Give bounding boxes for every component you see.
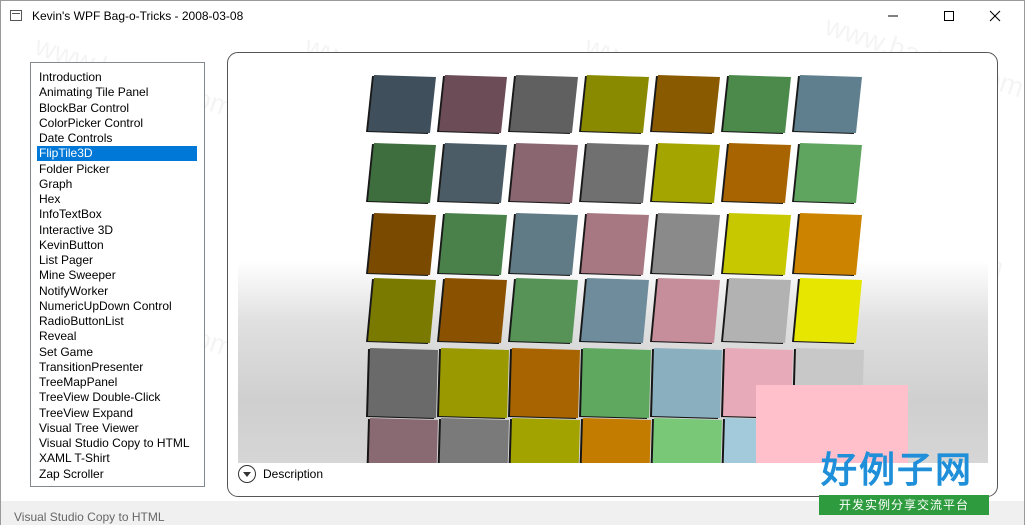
list-item[interactable]: Zap Scroller bbox=[37, 467, 197, 482]
tile-grid[interactable] bbox=[238, 63, 988, 463]
watermark-logo-main: 好例子网 bbox=[821, 450, 974, 491]
flip-tile[interactable] bbox=[368, 418, 438, 463]
list-item[interactable]: NumericUpDown Control bbox=[37, 299, 197, 314]
flip-tile[interactable] bbox=[652, 143, 720, 203]
flip-tile[interactable] bbox=[368, 213, 436, 275]
flip-tile[interactable] bbox=[581, 418, 651, 463]
flip-tile[interactable] bbox=[652, 348, 722, 418]
flip-tile[interactable] bbox=[510, 348, 580, 418]
list-item[interactable]: Folder Picker bbox=[37, 162, 197, 177]
list-item[interactable]: BlockBar Control bbox=[37, 101, 197, 116]
demo-panel: Description bbox=[227, 52, 998, 497]
flip-tile[interactable] bbox=[439, 75, 507, 133]
flip-tile[interactable] bbox=[794, 278, 862, 343]
flip-tile[interactable] bbox=[439, 418, 509, 463]
flip-tile[interactable] bbox=[439, 143, 507, 203]
app-window: Kevin's WPF Bag-o-Tricks - 2008-03-08 ww… bbox=[0, 0, 1025, 525]
list-item[interactable]: XAML T-Shirt bbox=[37, 451, 197, 466]
flip-tile[interactable] bbox=[581, 213, 649, 275]
flip-tile[interactable] bbox=[510, 213, 578, 275]
minimize-button[interactable] bbox=[870, 1, 916, 31]
list-item[interactable]: Interactive 3D bbox=[37, 223, 197, 238]
list-item[interactable]: TreeView Expand bbox=[37, 406, 197, 421]
list-item[interactable]: Reveal bbox=[37, 329, 197, 344]
list-item[interactable]: Hex bbox=[37, 192, 197, 207]
list-item[interactable]: ColorPicker Control bbox=[37, 116, 197, 131]
flip-tile[interactable] bbox=[581, 348, 651, 418]
demo-list[interactable]: Introduction Animating Tile Panel BlockBar… bbox=[30, 62, 205, 487]
flip-tile[interactable] bbox=[510, 143, 578, 203]
list-item[interactable]: Introduction bbox=[37, 70, 197, 85]
list-item[interactable]: Set Game bbox=[37, 345, 197, 360]
list-item[interactable]: TreeView Double-Click bbox=[37, 390, 197, 405]
maximize-button[interactable] bbox=[926, 1, 972, 31]
flip-tile[interactable] bbox=[368, 278, 436, 343]
list-item[interactable]: NotifyWorker bbox=[37, 284, 197, 299]
window-title: Kevin's WPF Bag-o-Tricks - 2008-03-08 bbox=[32, 9, 244, 23]
flip-tile[interactable] bbox=[510, 75, 578, 133]
list-item[interactable]: Mine Sweeper bbox=[37, 268, 197, 283]
list-item[interactable]: FlipTile3D bbox=[37, 146, 197, 162]
list-item[interactable]: Graph bbox=[37, 177, 197, 192]
flip-tile[interactable] bbox=[652, 75, 720, 133]
flip-tile[interactable] bbox=[723, 75, 791, 133]
flip-tile[interactable] bbox=[581, 278, 649, 343]
list-item[interactable]: Animating Tile Panel bbox=[37, 85, 197, 100]
flip-tile[interactable] bbox=[652, 213, 720, 275]
flip-tile[interactable] bbox=[368, 348, 438, 418]
app-window-icon bbox=[10, 10, 22, 21]
flip-tile[interactable] bbox=[439, 278, 507, 343]
list-item[interactable]: List Pager bbox=[37, 253, 197, 268]
flip-tile[interactable] bbox=[723, 278, 791, 343]
fliptile-stage[interactable] bbox=[238, 63, 988, 463]
list-item[interactable]: InfoTextBox bbox=[37, 207, 197, 222]
description-label: Description bbox=[263, 467, 324, 481]
flip-tile[interactable] bbox=[794, 213, 862, 275]
flip-tile[interactable] bbox=[368, 75, 436, 133]
flip-tile[interactable] bbox=[439, 348, 509, 418]
flip-tile[interactable] bbox=[723, 143, 791, 203]
flip-tile[interactable] bbox=[581, 143, 649, 203]
flip-tile[interactable] bbox=[794, 75, 862, 133]
close-icon bbox=[989, 10, 1001, 22]
list-item[interactable]: KevinButton bbox=[37, 238, 197, 253]
flip-tile[interactable] bbox=[581, 75, 649, 133]
list-item[interactable]: TransitionPresenter bbox=[37, 360, 197, 375]
close-button[interactable] bbox=[972, 1, 1018, 31]
flip-tile[interactable] bbox=[439, 213, 507, 275]
background-window-text: Visual Studio Copy to HTML bbox=[14, 510, 165, 524]
flip-tile[interactable] bbox=[510, 418, 580, 463]
list-item[interactable]: Visual Studio Copy to HTML bbox=[37, 436, 197, 451]
flip-tile[interactable] bbox=[723, 213, 791, 275]
maximize-icon bbox=[944, 11, 954, 21]
minimize-icon bbox=[888, 15, 898, 17]
list-item[interactable]: TreeMapPanel bbox=[37, 375, 197, 390]
list-item[interactable]: Date Controls bbox=[37, 131, 197, 146]
title-bar[interactable]: Kevin's WPF Bag-o-Tricks - 2008-03-08 bbox=[1, 1, 1024, 31]
watermark-logo-sub: 开发实例分享交流平台 bbox=[819, 495, 989, 515]
flip-tile[interactable] bbox=[652, 278, 720, 343]
flip-tile[interactable] bbox=[794, 143, 862, 203]
flip-tile[interactable] bbox=[510, 278, 578, 343]
list-item[interactable]: RadioButtonList bbox=[37, 314, 197, 329]
flip-tile[interactable] bbox=[652, 418, 722, 463]
list-item[interactable]: Visual Tree Viewer bbox=[37, 421, 197, 436]
expand-chevron-icon[interactable] bbox=[238, 465, 256, 483]
flip-tile[interactable] bbox=[368, 143, 436, 203]
watermark-logo: 好例子网 开发实例分享交流平台 bbox=[817, 449, 989, 519]
